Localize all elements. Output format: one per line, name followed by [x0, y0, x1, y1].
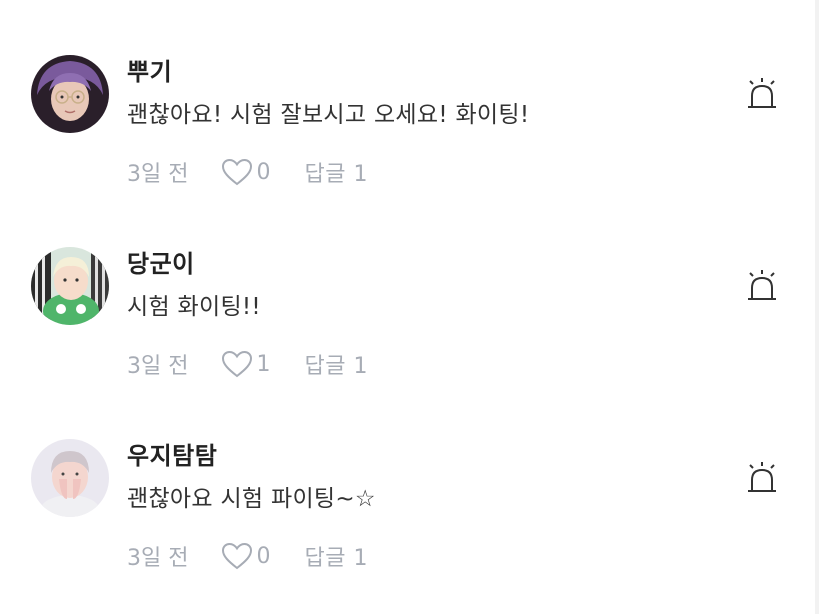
comment-username[interactable]: 당군이 — [127, 244, 195, 279]
siren-icon[interactable] — [746, 270, 778, 304]
user-avatar[interactable] — [31, 55, 109, 133]
comment-meta: 3일 전 1 답글 1 — [127, 347, 368, 381]
comment-username[interactable]: 우지탐탐 — [127, 436, 217, 471]
comment-time: 3일 전 — [127, 354, 189, 379]
comment-item: 우지탐탐 괜찮아요 시험 파이팅~☆ 3일 전 0 답글 1 — [0, 384, 819, 576]
heart-icon — [222, 542, 253, 570]
like-button[interactable]: 0 — [220, 157, 270, 187]
comment-time: 3일 전 — [127, 162, 189, 187]
heart-icon — [222, 158, 253, 186]
reply-button[interactable]: 답글 1 — [304, 540, 367, 572]
reply-button[interactable]: 답글 1 — [304, 348, 367, 380]
comment-item: 뿌기 괜찮아요! 시험 잘보시고 오세요! 화이팅! 3일 전 0 답글 1 — [0, 0, 819, 192]
comment-username[interactable]: 뿌기 — [127, 52, 172, 87]
comment-meta: 3일 전 0 답글 1 — [127, 155, 368, 189]
siren-icon[interactable] — [746, 78, 778, 112]
comment-meta: 3일 전 0 답글 1 — [127, 539, 368, 573]
heart-icon — [222, 350, 253, 378]
like-count: 0 — [256, 543, 271, 569]
like-button[interactable]: 1 — [220, 349, 270, 379]
siren-icon[interactable] — [746, 462, 778, 496]
comment-item: 당군이 시험 화이팅!! 3일 전 1 답글 1 — [0, 192, 819, 384]
like-count: 1 — [256, 351, 271, 377]
comment-text: 시험 화이팅!! — [127, 294, 261, 320]
user-avatar[interactable] — [31, 439, 109, 517]
comment-time: 3일 전 — [127, 546, 189, 571]
comment-text: 괜찮아요! 시험 잘보시고 오세요! 화이팅! — [127, 102, 530, 128]
reply-button[interactable]: 답글 1 — [304, 156, 367, 188]
user-avatar[interactable] — [31, 247, 109, 325]
like-button[interactable]: 0 — [220, 541, 270, 571]
comment-text: 괜찮아요 시험 파이팅~☆ — [127, 486, 376, 512]
like-count: 0 — [256, 159, 271, 185]
